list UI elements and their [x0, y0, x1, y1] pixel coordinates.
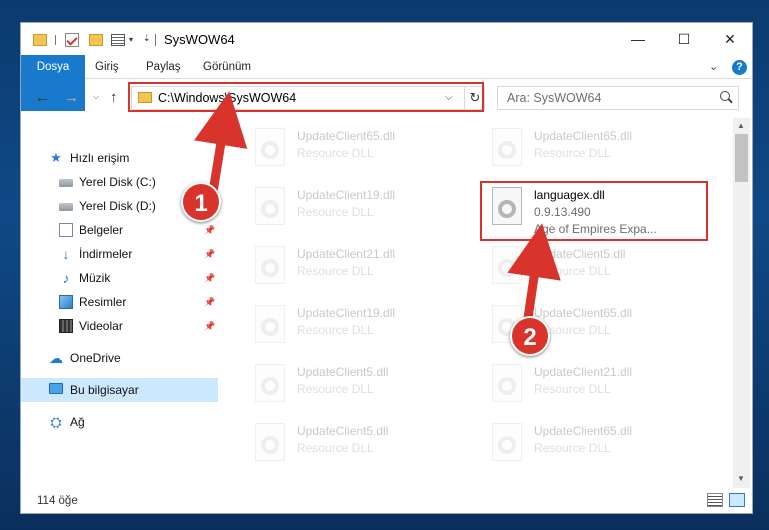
step-badge-1: 1: [181, 182, 221, 222]
arrow-to-file: [507, 223, 561, 319]
arrow-to-address: [194, 91, 248, 193]
annotation-arrows: [194, 91, 561, 319]
step-badge-2: 2: [510, 316, 550, 356]
